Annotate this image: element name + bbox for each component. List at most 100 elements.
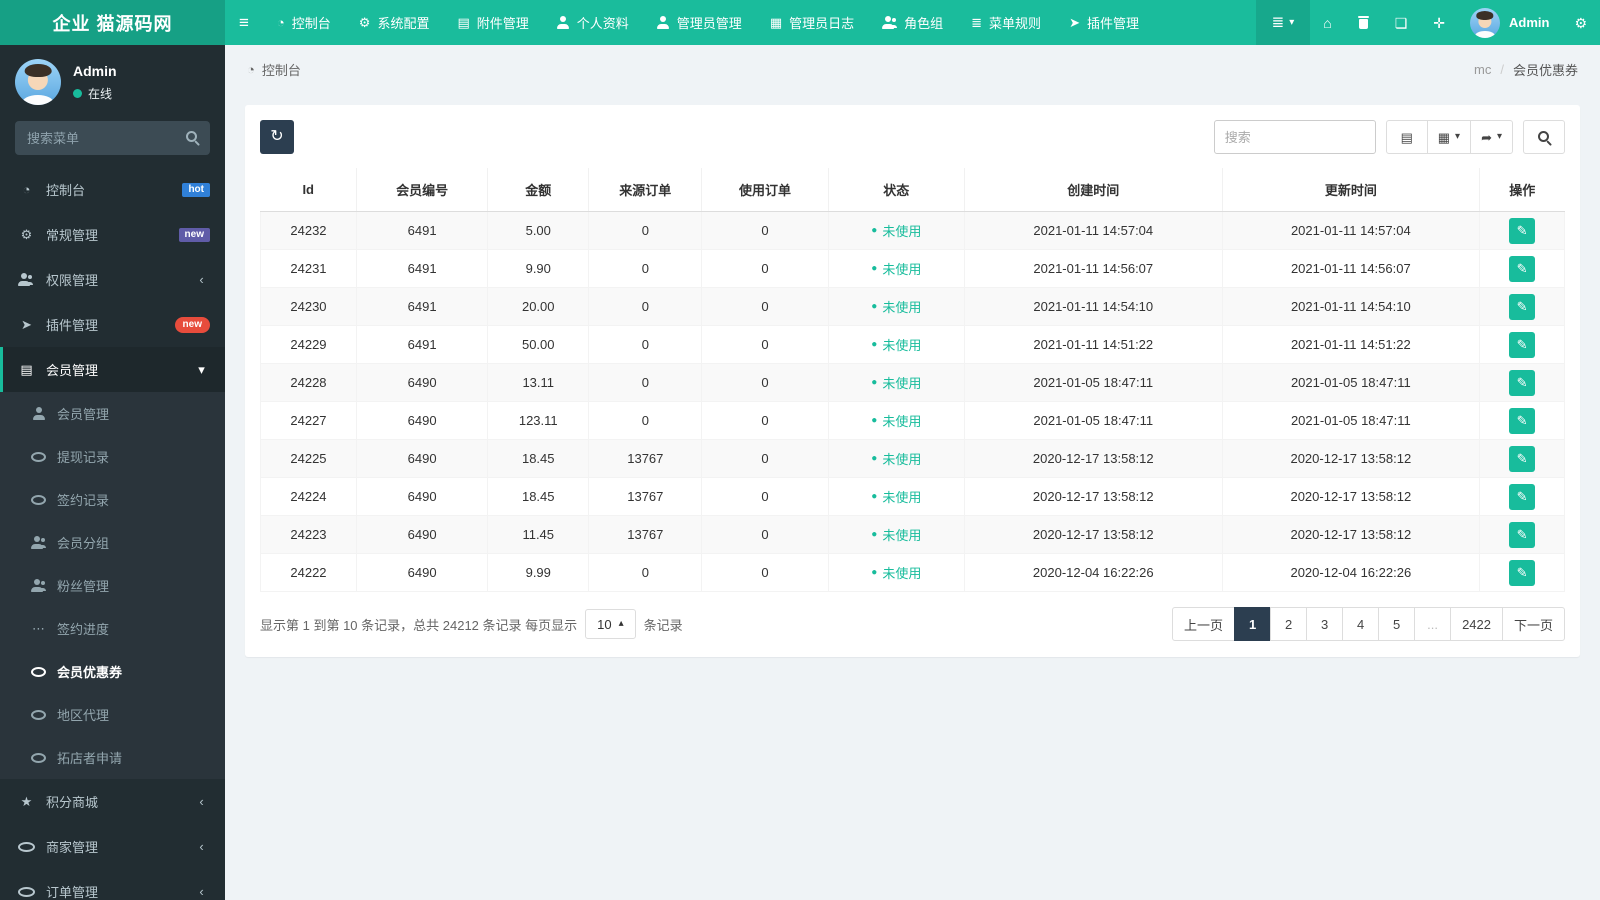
sidebar-item-auth[interactable]: 权限管理 ‹ xyxy=(0,257,225,302)
status-badge: ● 未使用 xyxy=(871,259,921,278)
topbar-menu-dropdown[interactable]: ≣ ▾ xyxy=(1255,0,1311,45)
nav-item-admin-log[interactable]: ▦ 管理员日志 xyxy=(756,0,868,45)
pagination-prev[interactable]: 上一页 xyxy=(1172,607,1236,641)
sidebar-menu: ◔ 控制台 hot ⚙ 常规管理 new 权限管理 ‹ ➤ 插件管理 new ▤ 会员管理 ▾ 会员管理 提现… xyxy=(0,167,225,900)
sidebar-search-input[interactable] xyxy=(15,121,210,155)
column-header-3[interactable]: 来源订单 xyxy=(588,168,703,212)
nav-item-console[interactable]: ◔ 控制台 xyxy=(263,0,345,45)
pagination-page-2422[interactable]: 2422 xyxy=(1450,607,1503,641)
column-header-7[interactable]: 更新时间 xyxy=(1221,168,1481,212)
edit-button[interactable]: ✎ xyxy=(1509,217,1536,244)
status-dot-icon: ● xyxy=(871,339,878,350)
top-navbar: 企业 猫源码网 ≡ ◔ 控制台 ⚙ 系统配置 ▤ 附件管理 个人资料 管理员管理 ▦ 管理员日志 角… xyxy=(0,0,1600,45)
nav-item-attachment[interactable]: ▤ 附件管理 xyxy=(443,0,542,45)
cell-actions: ✎ xyxy=(1479,439,1565,478)
cell-member_no: 6491 xyxy=(355,249,489,288)
circle-icon xyxy=(31,752,46,763)
circle-icon xyxy=(18,841,35,852)
status-dot-icon: ● xyxy=(871,263,878,274)
sidebar-item-merchant[interactable]: 商家管理 ‹ xyxy=(0,824,225,869)
user-menu[interactable]: Admin xyxy=(1458,0,1561,45)
nav-item-profile[interactable]: 个人资料 xyxy=(543,0,643,45)
sidebar-item-fans-manage[interactable]: 粉丝管理 xyxy=(0,564,225,607)
sidebar-toggle-button[interactable]: ≡ xyxy=(225,0,263,45)
export-button[interactable]: ➦ ▾ xyxy=(1470,120,1513,154)
pagination-page-1[interactable]: 1 xyxy=(1234,607,1272,641)
trash-button[interactable] xyxy=(1345,0,1382,45)
sidebar-item-sign-record[interactable]: 签约记录 xyxy=(0,478,225,521)
edit-button[interactable]: ✎ xyxy=(1509,407,1536,434)
column-header-4[interactable]: 使用订单 xyxy=(701,168,829,212)
status-badge: ● 未使用 xyxy=(871,411,921,430)
edit-button[interactable]: ✎ xyxy=(1509,559,1536,586)
sidebar-user-panel: Admin 在线 xyxy=(0,45,225,115)
sidebar-subitem-label: 拓店者申请 xyxy=(57,751,123,766)
nav-item-admin-manage[interactable]: 管理员管理 xyxy=(643,0,756,45)
settings-button[interactable]: ⚙ xyxy=(1561,0,1600,45)
cell-use_order: 0 xyxy=(701,477,829,516)
paging-switch-button[interactable]: ▤ xyxy=(1385,120,1428,154)
sidebar-item-member-manage[interactable]: 会员管理 xyxy=(0,392,225,435)
edit-button[interactable]: ✎ xyxy=(1509,445,1536,472)
edit-button[interactable]: ✎ xyxy=(1509,369,1536,396)
brand-logo[interactable]: 企业 猫源码网 xyxy=(0,0,225,45)
sidebar-item-addon[interactable]: ➤ 插件管理 new xyxy=(0,302,225,347)
column-header-5[interactable]: 状态 xyxy=(827,168,965,212)
document-button[interactable]: ❏ xyxy=(1382,0,1421,45)
breadcrumb-home[interactable]: ◔ 控制台 xyxy=(247,60,301,79)
pencil-icon: ✎ xyxy=(1516,413,1528,428)
sidebar-item-member[interactable]: ▤ 会员管理 ▾ xyxy=(0,347,225,392)
sidebar-item-sign-progress[interactable]: ⋯ 签约进度 xyxy=(0,607,225,650)
status-label: 未使用 xyxy=(882,566,922,581)
column-header-2[interactable]: 金额 xyxy=(487,168,590,212)
grid-icon: ▦ xyxy=(1437,129,1451,145)
cell-id: 24229 xyxy=(260,325,357,364)
expand-button[interactable]: ✛ xyxy=(1420,0,1458,45)
nav-item-menu-rule[interactable]: ≣ 菜单规则 xyxy=(957,0,1055,45)
pagination-page-4[interactable]: 4 xyxy=(1342,607,1380,641)
main-content: ◔ 控制台 mc / 会员优惠券 ↻ ▤▦▾➦▾ Id会员编号金额来源订单使用 xyxy=(225,45,1600,900)
edit-button[interactable]: ✎ xyxy=(1509,521,1536,548)
sidebar-subitem-label: 签约进度 xyxy=(57,622,110,637)
column-header-6[interactable]: 创建时间 xyxy=(963,168,1223,212)
sidebar-item-member-group[interactable]: 会员分组 xyxy=(0,521,225,564)
pagination-next[interactable]: 下一页 xyxy=(1501,607,1565,641)
sidebar-item-order[interactable]: 订单管理 ‹ xyxy=(0,869,225,900)
cell-source_order: 0 xyxy=(588,401,703,440)
table-search-input[interactable] xyxy=(1213,120,1376,154)
dashboard-icon: ◔ xyxy=(276,15,285,30)
sidebar-item-member-coupon[interactable]: 会员优惠券 xyxy=(0,650,225,693)
sidebar-item-console[interactable]: ◔ 控制台 hot xyxy=(0,167,225,212)
home-button[interactable]: ⌂ xyxy=(1310,0,1344,45)
sidebar-item-general[interactable]: ⚙ 常规管理 new xyxy=(0,212,225,257)
edit-button[interactable]: ✎ xyxy=(1509,483,1536,510)
column-header-0[interactable]: Id xyxy=(260,168,357,212)
edit-button[interactable]: ✎ xyxy=(1509,255,1536,282)
sidebar-item-label: 订单管理 xyxy=(46,885,99,900)
cell-id: 24228 xyxy=(260,363,357,402)
sidebar-item-score-mall[interactable]: ★ 积分商城 ‹ xyxy=(0,779,225,824)
cell-created_at: 2021-01-11 14:51:22 xyxy=(963,325,1223,364)
pagination-page-3[interactable]: 3 xyxy=(1306,607,1344,641)
edit-button[interactable]: ✎ xyxy=(1509,331,1536,358)
sidebar-item-shop-apply[interactable]: 拓店者申请 xyxy=(0,736,225,779)
cell-actions: ✎ xyxy=(1479,249,1565,288)
columns-button[interactable]: ▦ ▾ xyxy=(1426,120,1472,154)
search-button[interactable] xyxy=(1523,120,1565,154)
nav-item-role-group[interactable]: 角色组 xyxy=(868,0,957,45)
nav-item-plugin-manage[interactable]: ➤ 插件管理 xyxy=(1055,0,1153,45)
edit-button[interactable]: ✎ xyxy=(1509,293,1536,320)
page-size-dropdown[interactable]: 10 ▴ xyxy=(585,609,636,639)
column-header-8[interactable]: 操作 xyxy=(1479,168,1565,212)
sidebar-item-area-agent[interactable]: 地区代理 xyxy=(0,693,225,736)
nav-item-system-config[interactable]: ⚙ 系统配置 xyxy=(345,0,444,45)
status-badge: ● 未使用 xyxy=(871,335,921,354)
pagination-page-2[interactable]: 2 xyxy=(1270,607,1308,641)
column-header-1[interactable]: 会员编号 xyxy=(355,168,489,212)
pagination-page-5[interactable]: 5 xyxy=(1378,607,1416,641)
table-row: 24223 6490 11.45 13767 0 ● 未使用 2020-12-17 13:58… xyxy=(260,515,1565,554)
status-badge: ● 未使用 xyxy=(871,373,921,392)
cell-amount: 13.11 xyxy=(487,363,590,402)
refresh-button[interactable]: ↻ xyxy=(260,120,294,154)
sidebar-item-withdraw-record[interactable]: 提现记录 xyxy=(0,435,225,478)
